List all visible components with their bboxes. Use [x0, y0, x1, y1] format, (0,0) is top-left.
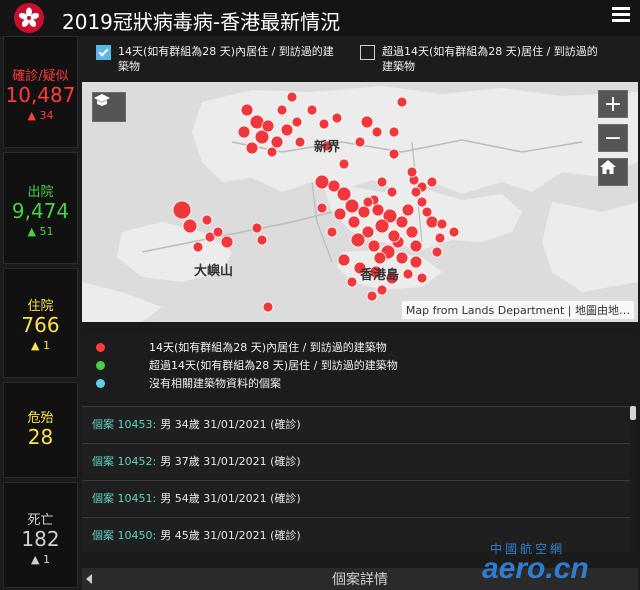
stat-label: 死亡: [27, 513, 54, 528]
bauhinia-logo-icon: [14, 3, 44, 33]
legend-dot-icon: [96, 360, 105, 370]
filter-label-line: 建築物: [382, 60, 415, 73]
case-detail: 男 45歲 31/01/2021 (確診): [160, 529, 301, 542]
aero-cn-watermark: 中國航空網 aero.cn: [482, 540, 637, 590]
legend-text: 超過14天(如有群組為28 天)居住 / 到訪過的建築物: [149, 359, 398, 372]
stat-deceased[interactable]: 死亡 182 ▲ 1: [3, 482, 78, 588]
case-id: 個案 10451:: [92, 492, 157, 505]
stats-sidebar: 確診/疑似 10,487 ▲ 34 出院 9,474 ▲ 51 住院 766 ▲…: [0, 36, 80, 590]
map-label-hong-kong-island: 香港島: [360, 268, 400, 283]
case-list[interactable]: 個案 10453: 男 34歲 31/01/2021 (確診) 個案 10452…: [82, 404, 630, 554]
filter-label-line: 14天(如有群組為28 天)內居住 / 到訪過的建: [118, 45, 334, 58]
legend-item: 沒有相關建築物資料的個案: [96, 376, 281, 390]
chevron-left-icon[interactable]: [86, 574, 92, 584]
legend-item: 超過14天(如有群組為28 天)居住 / 到訪過的建築物: [96, 358, 398, 372]
stat-value: 10,487: [5, 83, 76, 107]
zoom-out-button[interactable]: −: [598, 124, 628, 152]
app-header: 2019冠狀病毒病-香港最新情況: [0, 0, 640, 36]
map-canvas[interactable]: [82, 82, 638, 322]
stat-label: 住院: [27, 299, 54, 314]
case-list-item[interactable]: 個案 10451: 男 54歲 31/01/2021 (確診): [82, 480, 630, 515]
map-legend: 14天(如有群組為28 天)內居住 / 到訪過的建築物 超過14天(如有群組為2…: [82, 332, 638, 402]
filter-over-14-days[interactable]: 超過14天(如有群組為28 天)居住 / 到訪過的 建築物: [360, 44, 630, 74]
filter-checkbox-checked[interactable]: [96, 45, 111, 60]
stat-delta: ▲ 34: [27, 109, 54, 122]
home-icon[interactable]: [598, 158, 628, 186]
filter-checkbox-unchecked[interactable]: [360, 45, 375, 60]
stat-value: 182: [21, 527, 60, 551]
main-panel: 14天(如有群組為28 天)內居住 / 到訪過的建 築物 超過14天(如有群組為…: [82, 36, 638, 590]
case-detail: 男 37歲 31/01/2021 (確診): [160, 455, 301, 468]
filter-label-line: 築物: [118, 60, 140, 73]
stat-hospitalised[interactable]: 住院 766 ▲ 1: [3, 268, 78, 378]
filter-within-14-days[interactable]: 14天(如有群組為28 天)內居住 / 到訪過的建 築物: [96, 44, 358, 74]
stat-delta: ▲ 51: [27, 225, 54, 238]
stat-value: 28: [27, 425, 54, 449]
page-title: 2019冠狀病毒病-香港最新情況: [62, 10, 341, 34]
case-list-item[interactable]: 個案 10453: 男 34歲 31/01/2021 (確診): [82, 406, 630, 441]
stat-delta: ▲ 1: [31, 339, 50, 352]
legend-dot-icon: [96, 378, 105, 388]
map-attribution: Map from Lands Department | 地圖由地…: [401, 301, 634, 319]
stat-label: 危殆: [27, 411, 54, 426]
case-list-item[interactable]: 個案 10452: 男 37歲 31/01/2021 (確診): [82, 443, 630, 478]
graduation-cap-icon[interactable]: [92, 92, 126, 122]
zoom-in-button[interactable]: +: [598, 90, 628, 118]
building-filters: 14天(如有群組為28 天)內居住 / 到訪過的建 築物 超過14天(如有群組為…: [82, 36, 638, 82]
case-details-label: 個案詳情: [332, 572, 388, 588]
filter-label-line: 超過14天(如有群組為28 天)居住 / 到訪過的: [382, 45, 598, 58]
case-detail: 男 34歲 31/01/2021 (確診): [160, 418, 301, 431]
legend-text: 沒有相關建築物資料的個案: [149, 377, 281, 390]
case-id: 個案 10452:: [92, 455, 157, 468]
legend-text: 14天(如有群組為28 天)內居住 / 到訪過的建築物: [149, 341, 387, 354]
stat-discharged[interactable]: 出院 9,474 ▲ 51: [3, 152, 78, 264]
stat-label: 確診/疑似: [12, 69, 69, 84]
case-map[interactable]: + − 新界 大嶼山 香港島 Map from Lands Department…: [82, 82, 638, 322]
stat-value: 9,474: [11, 199, 70, 223]
watermark-main-text: aero.cn: [482, 552, 589, 585]
legend-item: 14天(如有群組為28 天)內居住 / 到訪過的建築物: [96, 340, 387, 354]
map-label-lantau: 大嶼山: [194, 264, 234, 279]
hamburger-menu-icon[interactable]: [612, 7, 630, 23]
case-detail: 男 54歲 31/01/2021 (確診): [160, 492, 301, 505]
stat-label: 出院: [27, 185, 54, 200]
case-id: 個案 10450:: [92, 529, 157, 542]
map-label-new-territories: 新界: [314, 140, 341, 155]
legend-dot-icon: [96, 342, 105, 352]
stat-critical[interactable]: 危殆 28: [3, 382, 78, 478]
case-id: 個案 10453:: [92, 418, 157, 431]
stat-confirmed[interactable]: 確診/疑似 10,487 ▲ 34: [3, 36, 78, 148]
stat-delta: ▲ 1: [31, 553, 50, 566]
case-list-scrollbar[interactable]: [630, 404, 636, 554]
stat-value: 766: [21, 313, 60, 337]
scroll-thumb[interactable]: [630, 406, 636, 420]
